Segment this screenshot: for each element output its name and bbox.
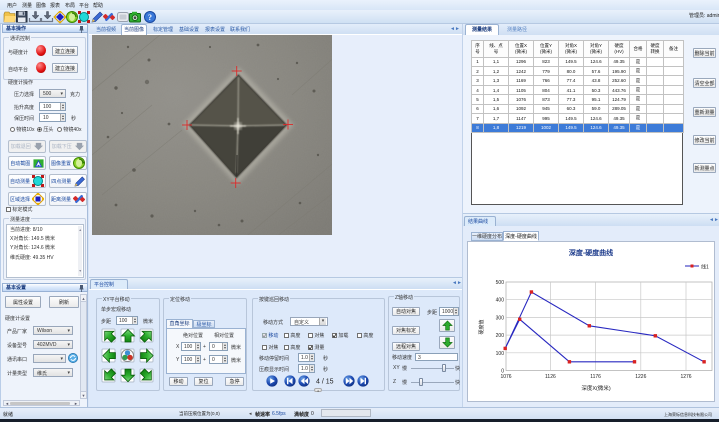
svg-text:1226: 1226 (635, 374, 646, 380)
svg-text:400: 400 (496, 298, 505, 304)
svg-text:线1: 线1 (701, 264, 709, 271)
svg-text:100: 100 (496, 351, 505, 357)
svg-text:200: 200 (496, 333, 505, 339)
svg-text:硬度值: 硬度值 (478, 319, 485, 334)
svg-text:1276: 1276 (680, 374, 691, 380)
svg-text:1076: 1076 (500, 374, 511, 380)
svg-text:500: 500 (496, 280, 505, 286)
svg-text:300: 300 (496, 315, 505, 321)
svg-text:?: ? (148, 13, 152, 22)
svg-text:深度X(微米): 深度X(微米) (581, 384, 611, 392)
svg-text:1126: 1126 (545, 374, 556, 380)
svg-text:深度-硬度曲线: 深度-硬度曲线 (569, 248, 613, 257)
svg-text:1176: 1176 (590, 374, 601, 380)
svg-text:4 / 15: 4 / 15 (316, 379, 334, 386)
